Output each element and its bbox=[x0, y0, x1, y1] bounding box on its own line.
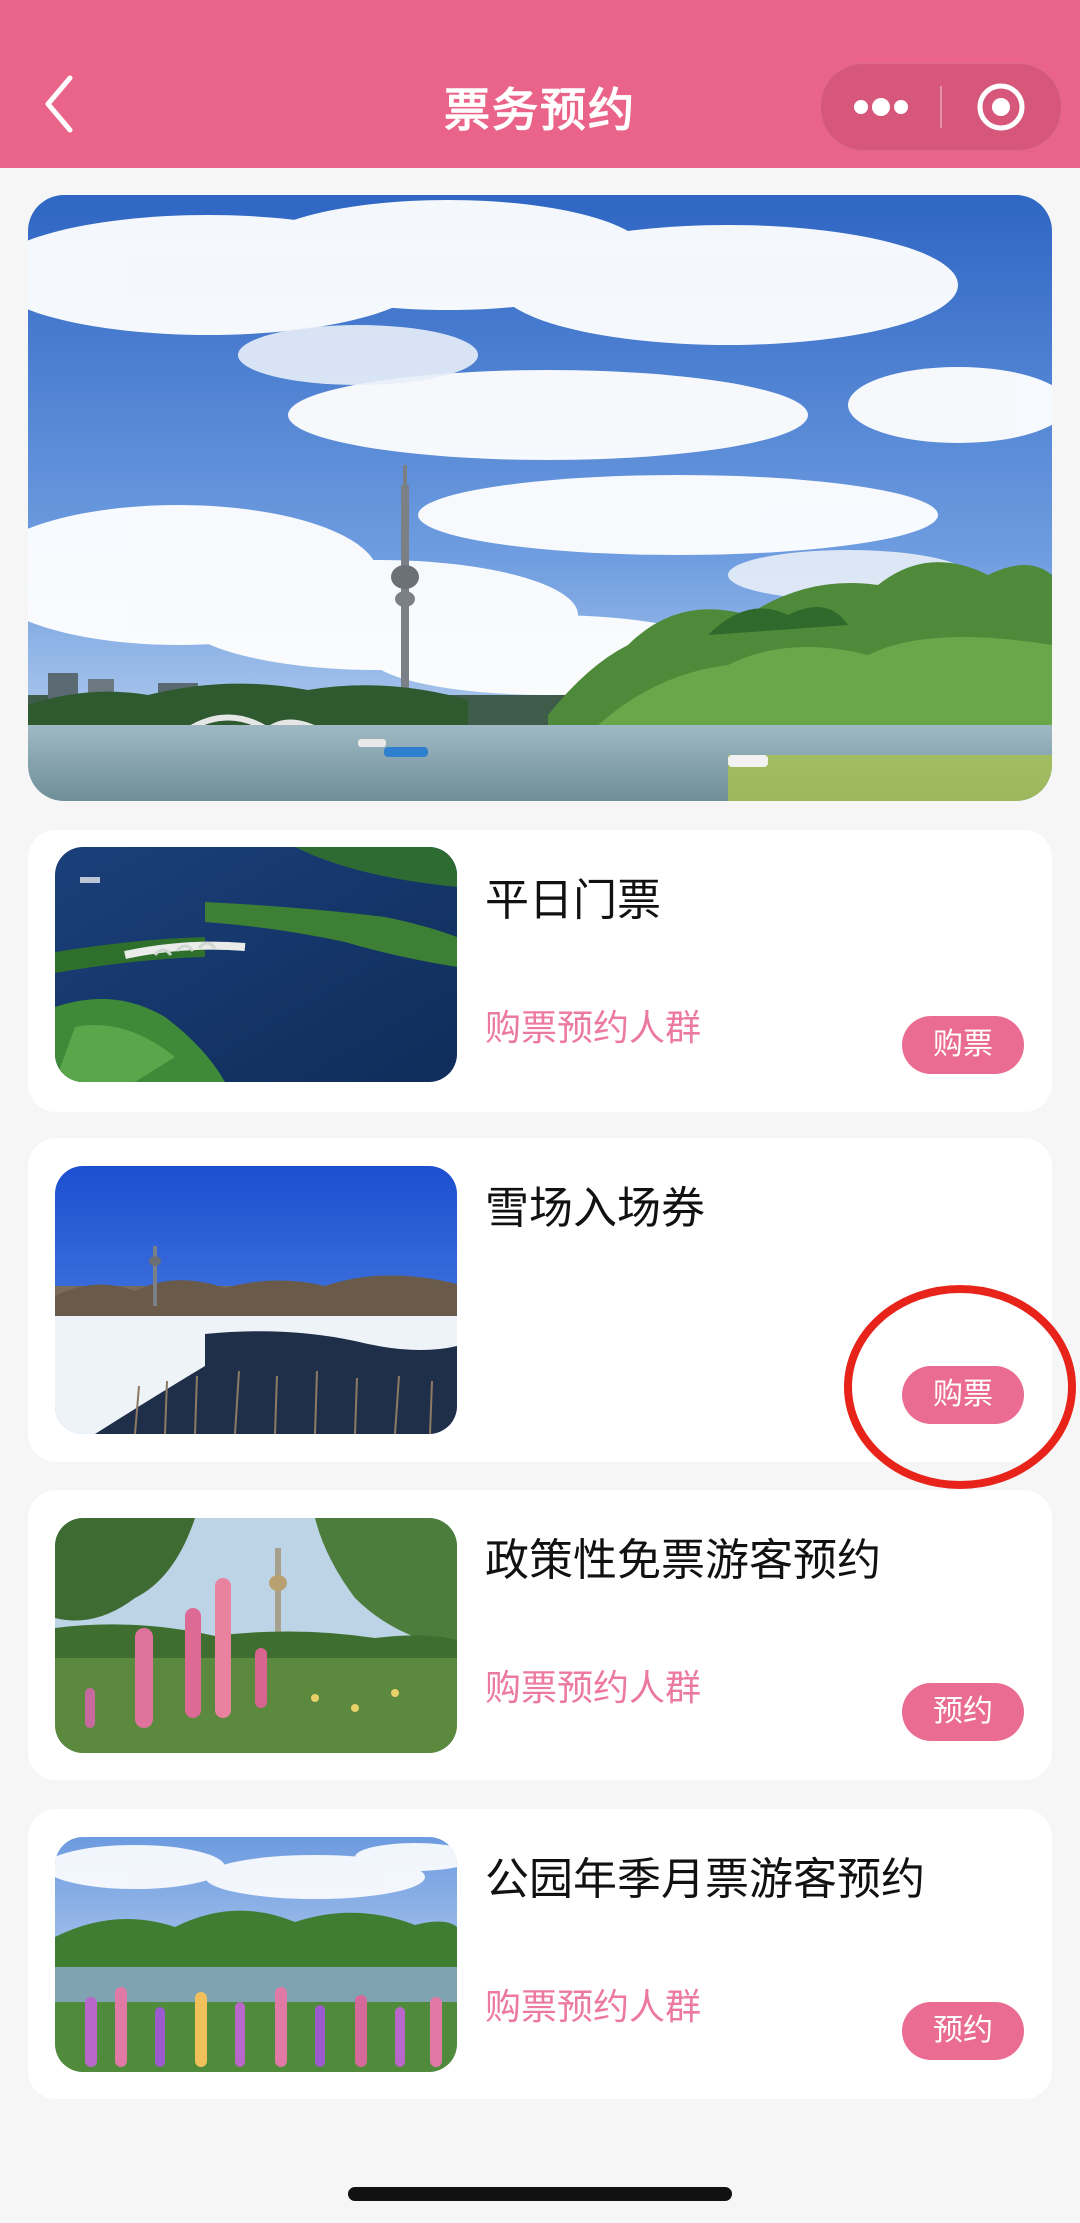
reserve-button[interactable]: 预约 bbox=[902, 2002, 1024, 2060]
ticket-thumbnail bbox=[55, 847, 457, 1082]
ticket-thumbnail bbox=[55, 1837, 457, 2072]
lakeside-flowers-image bbox=[55, 1837, 457, 2072]
more-dots-icon bbox=[854, 98, 908, 116]
ticket-thumbnail bbox=[55, 1518, 457, 1753]
more-button[interactable] bbox=[821, 64, 941, 150]
close-button[interactable] bbox=[941, 64, 1061, 150]
park-landscape-illustration bbox=[28, 195, 1052, 801]
ticket-subtitle[interactable]: 购票预约人群 bbox=[485, 1978, 701, 2030]
lupine-garden-image bbox=[55, 1518, 457, 1753]
lake-bridge-image bbox=[55, 847, 457, 1082]
home-indicator bbox=[348, 2187, 732, 2201]
ticket-thumbnail bbox=[55, 1166, 457, 1434]
hero-banner-image bbox=[28, 195, 1052, 801]
ticket-title: 平日门票 bbox=[485, 875, 661, 926]
ticket-title: 公园年季月票游客预约 bbox=[485, 1854, 925, 1905]
ticket-subtitle[interactable]: 购票预约人群 bbox=[485, 999, 701, 1051]
buy-ticket-button[interactable]: 购票 bbox=[902, 1366, 1024, 1424]
snow-lake-image bbox=[55, 1166, 457, 1434]
ticket-title: 雪场入场券 bbox=[485, 1183, 705, 1234]
reserve-button[interactable]: 预约 bbox=[902, 1683, 1024, 1741]
ticket-card[interactable]: 公园年季月票游客预约 购票预约人群 预约 bbox=[28, 1809, 1052, 2099]
target-icon bbox=[977, 83, 1025, 131]
ticket-card[interactable]: 平日门票 购票预约人群 购票 bbox=[28, 830, 1052, 1112]
ticket-title: 政策性免票游客预约 bbox=[485, 1535, 881, 1586]
buy-ticket-button[interactable]: 购票 bbox=[902, 1016, 1024, 1074]
ticket-subtitle[interactable]: 购票预约人群 bbox=[485, 1659, 701, 1711]
navigation-bar: 票务预约 bbox=[0, 0, 1080, 168]
ticket-card[interactable]: 雪场入场券 购票 bbox=[28, 1138, 1052, 1462]
ticket-card[interactable]: 政策性免票游客预约 购票预约人群 预约 bbox=[28, 1490, 1052, 1780]
mini-program-capsule bbox=[820, 63, 1062, 151]
